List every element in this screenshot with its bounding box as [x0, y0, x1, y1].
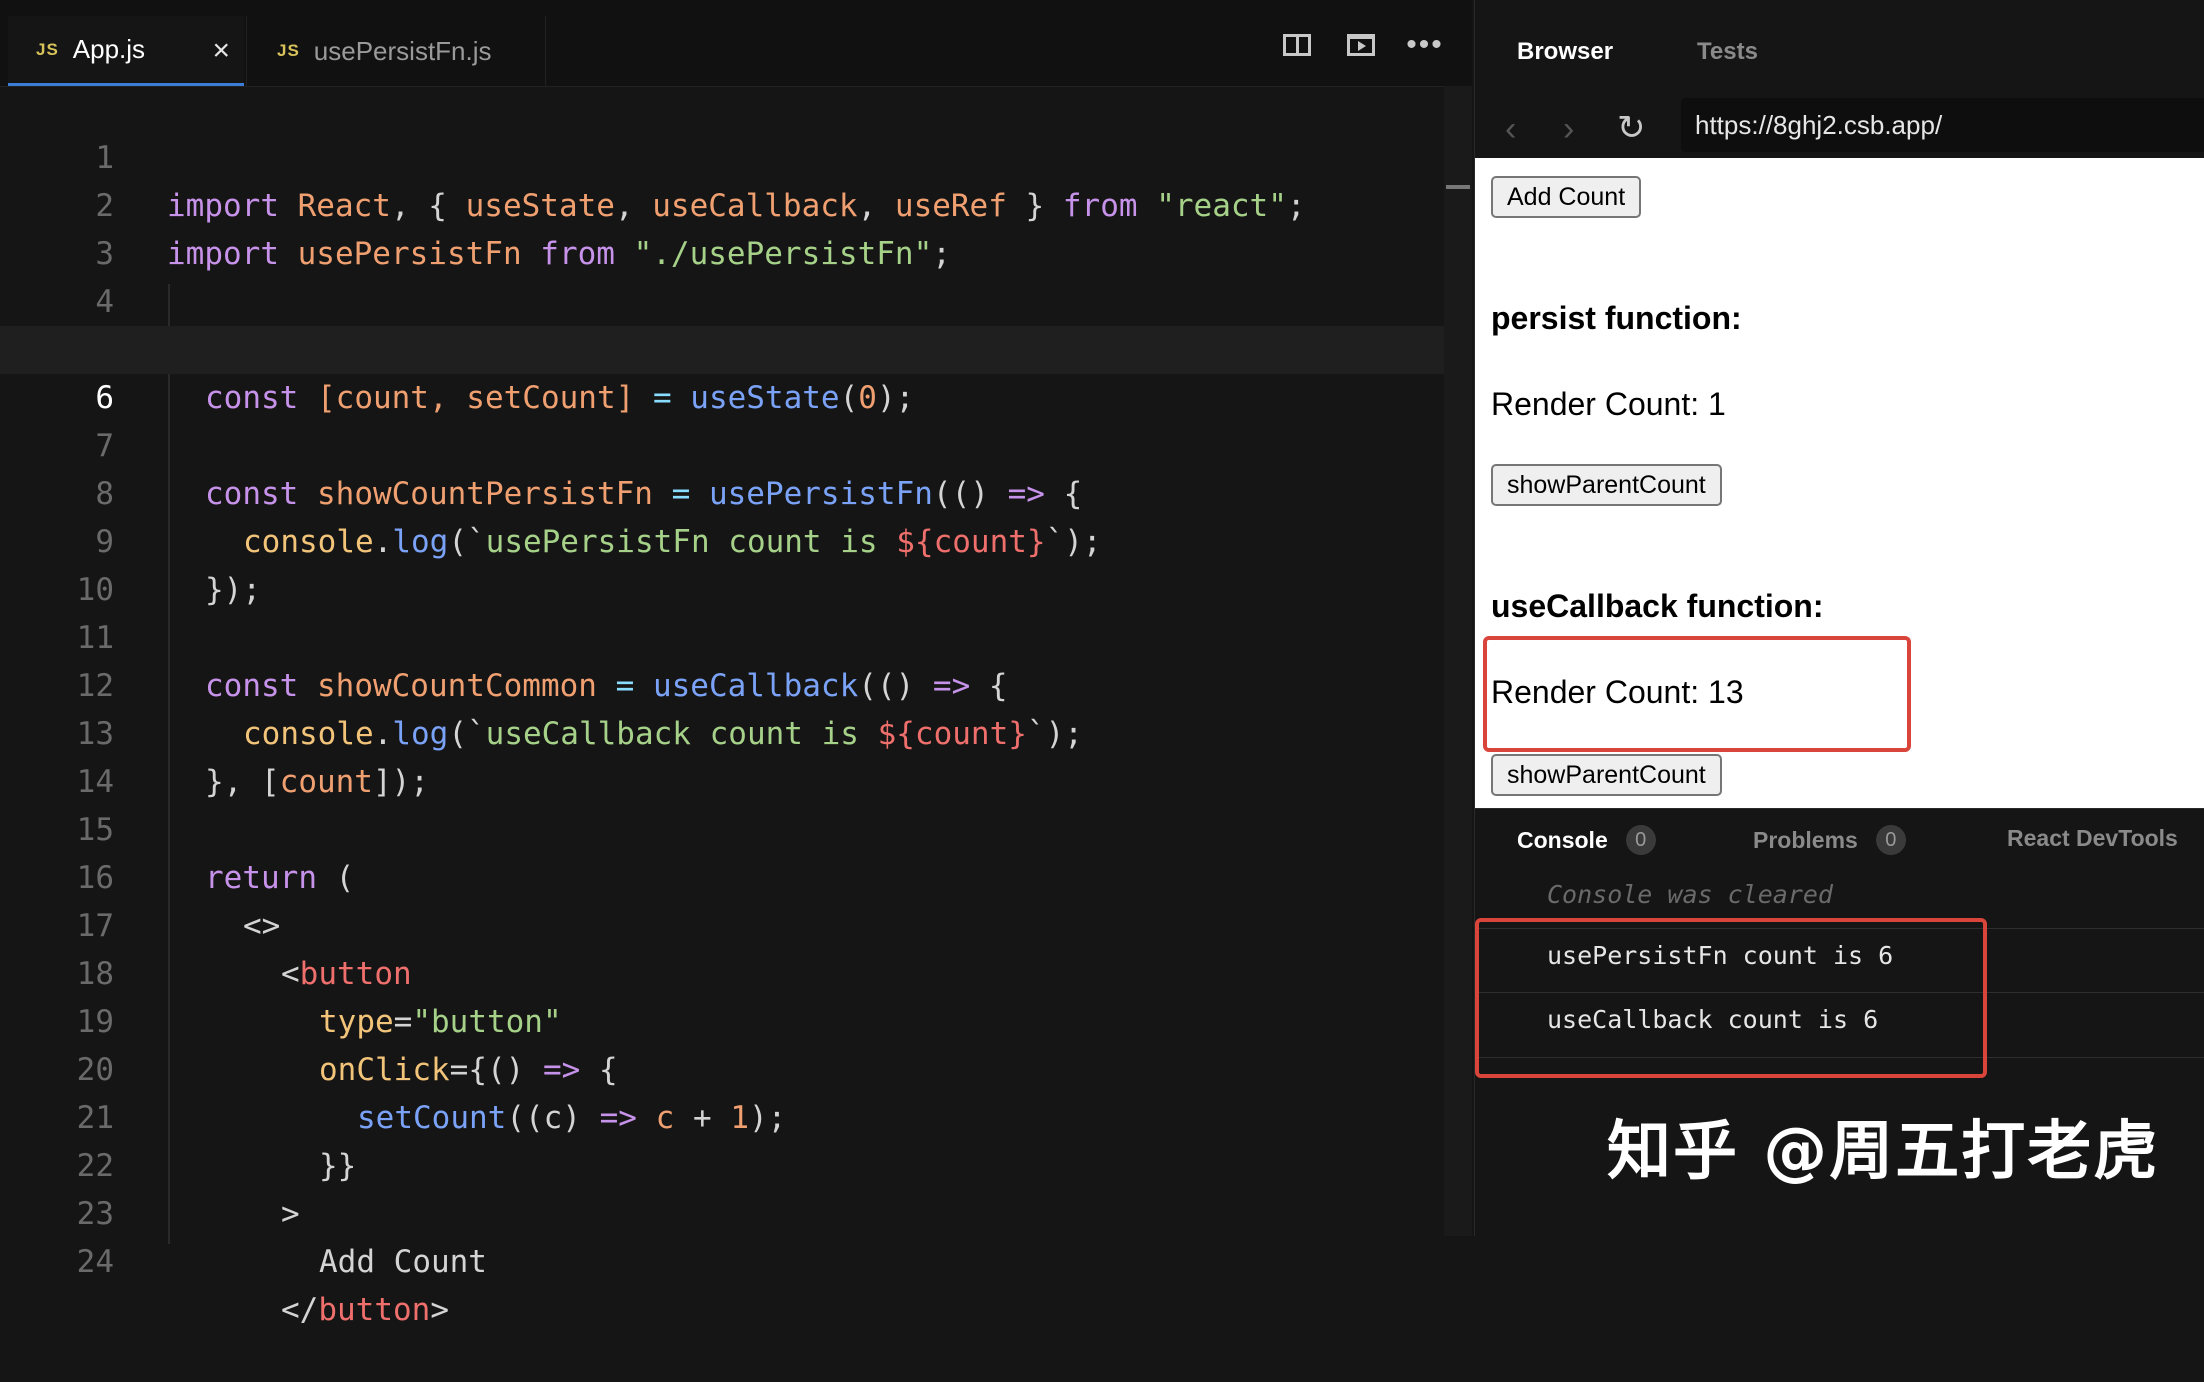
show-parent-count-button-persist[interactable]: showParentCount [1491, 464, 1722, 506]
tab-use-persist-fn-js[interactable]: JS usePersistFn.js [246, 16, 546, 86]
persist-render-count: Render Count: 1 [1491, 386, 1726, 422]
code-line: 4 export default () => { [0, 230, 1448, 368]
console-cleared-message: Console was cleared [1547, 880, 1833, 909]
tab-app-js[interactable]: JS App.js × [8, 16, 244, 86]
code-line-current: 6 [0, 326, 1448, 416]
code-line: 9 }); [0, 470, 1448, 608]
tab-problems[interactable]: Problems 0 [1753, 825, 1906, 855]
code-line: 19 onClick={() => { [0, 950, 1448, 1088]
show-parent-count-button-callback[interactable]: showParentCount [1491, 754, 1722, 796]
console-count-badge: 0 [1625, 825, 1656, 855]
tab-label: App.js [72, 34, 146, 64]
js-file-icon: JS [277, 41, 300, 60]
editor-actions: ••• [1278, 30, 1444, 60]
code-editor: JS App.js × JS usePersistFn.js ••• 1 imp… [0, 0, 1472, 1328]
editor-scrollbar-thumb[interactable] [1446, 185, 1470, 189]
tab-label: usePersistFn.js [313, 35, 492, 66]
js-file-icon: JS [36, 39, 59, 59]
reload-icon[interactable]: ↻ [1617, 108, 1646, 148]
open-preview-icon [1347, 34, 1375, 56]
url-input[interactable]: https://8ghj2.csb.app/ [1681, 98, 2204, 152]
code-text: </button> [281, 1292, 449, 1328]
line-number: 24 [76, 1244, 114, 1280]
code-line: 22 > [0, 1094, 1448, 1232]
usecallback-render-count: Render Count: 13 [1491, 674, 1744, 710]
add-count-button[interactable]: Add Count [1491, 176, 1642, 218]
code-line: 18 type="button" [0, 902, 1448, 1040]
code-line: 23 Add Count [0, 1142, 1448, 1280]
code-line: 15 return ( [0, 758, 1448, 896]
code-line: 13 }, [count]); [0, 662, 1448, 800]
usecallback-function-heading: useCallback function: [1491, 588, 1824, 624]
watermark: 知乎 @周五打老虎 [1607, 1115, 2160, 1189]
forward-icon[interactable]: › [1563, 110, 1574, 149]
tab-react-devtools[interactable]: React DevTools [2007, 825, 2178, 852]
code-line: 21 }} [0, 1046, 1448, 1184]
split-editor-button[interactable] [1278, 30, 1316, 60]
more-actions-button[interactable]: ••• [1406, 30, 1444, 60]
problems-count-badge: 0 [1875, 825, 1906, 855]
code-text: Add Count [319, 1244, 487, 1280]
back-icon[interactable]: ‹ [1505, 110, 1516, 149]
code-line: 24 </button> [0, 1190, 1448, 1328]
console-tab-bar: Console 0 Problems 0 React DevTools [1475, 808, 2204, 869]
preview-panel: Browser Tests ‹ › ↻ https://8ghj2.csb.ap… [1474, 0, 2204, 1236]
tab-console-label: Console [1517, 826, 1608, 853]
highlight-box-console-logs [1475, 918, 1987, 1078]
code-line: 8 console.log(`usePersistFn count is ${c… [0, 422, 1448, 560]
code-line: 17 <button [0, 854, 1448, 992]
split-editor-icon [1283, 34, 1311, 56]
code-line: 7 const showCountPersistFn = usePersistF… [0, 374, 1448, 512]
code-line: 5 const [count, setCount] = useState(0); [0, 278, 1448, 416]
code-line: 14 [0, 710, 1448, 800]
code-line: 1 import React, { useState, useCallback,… [0, 86, 1448, 224]
tab-tests[interactable]: Tests [1697, 38, 1758, 66]
code-line: 20 setCount((c) => c + 1); [0, 998, 1448, 1136]
code-line: 11 const showCountCommon = useCallback((… [0, 566, 1448, 704]
console-output: Console was cleared usePersistFn count i… [1475, 868, 2204, 1236]
open-preview-button[interactable] [1342, 30, 1380, 60]
tab-console[interactable]: Console 0 [1517, 825, 1656, 855]
editor-scrollbar[interactable] [1444, 86, 1472, 1236]
tab-browser[interactable]: Browser [1517, 38, 1613, 66]
panel-tab-bar: Browser Tests [1475, 0, 2204, 96]
code-line: 2 import usePersistFn from "./usePersist… [0, 134, 1448, 272]
browser-viewport: Add Count persist function: Render Count… [1475, 158, 2204, 808]
address-bar: ‹ › ↻ https://8ghj2.csb.app/ [1475, 96, 2204, 158]
more-icon: ••• [1406, 28, 1444, 61]
code-line: 10 [0, 518, 1448, 608]
code-line: 12 console.log(`useCallback count is ${c… [0, 614, 1448, 752]
editor-tab-bar: JS App.js × JS usePersistFn.js ••• [0, 0, 1472, 87]
tab-problems-label: Problems [1753, 826, 1858, 853]
persist-function-heading: persist function: [1491, 300, 1742, 336]
close-icon[interactable]: × [212, 34, 230, 68]
code-line: 16 <> [0, 806, 1448, 944]
code-area[interactable]: 1 import React, { useState, useCallback,… [0, 86, 1472, 1328]
code-line: 3 [0, 182, 1448, 272]
